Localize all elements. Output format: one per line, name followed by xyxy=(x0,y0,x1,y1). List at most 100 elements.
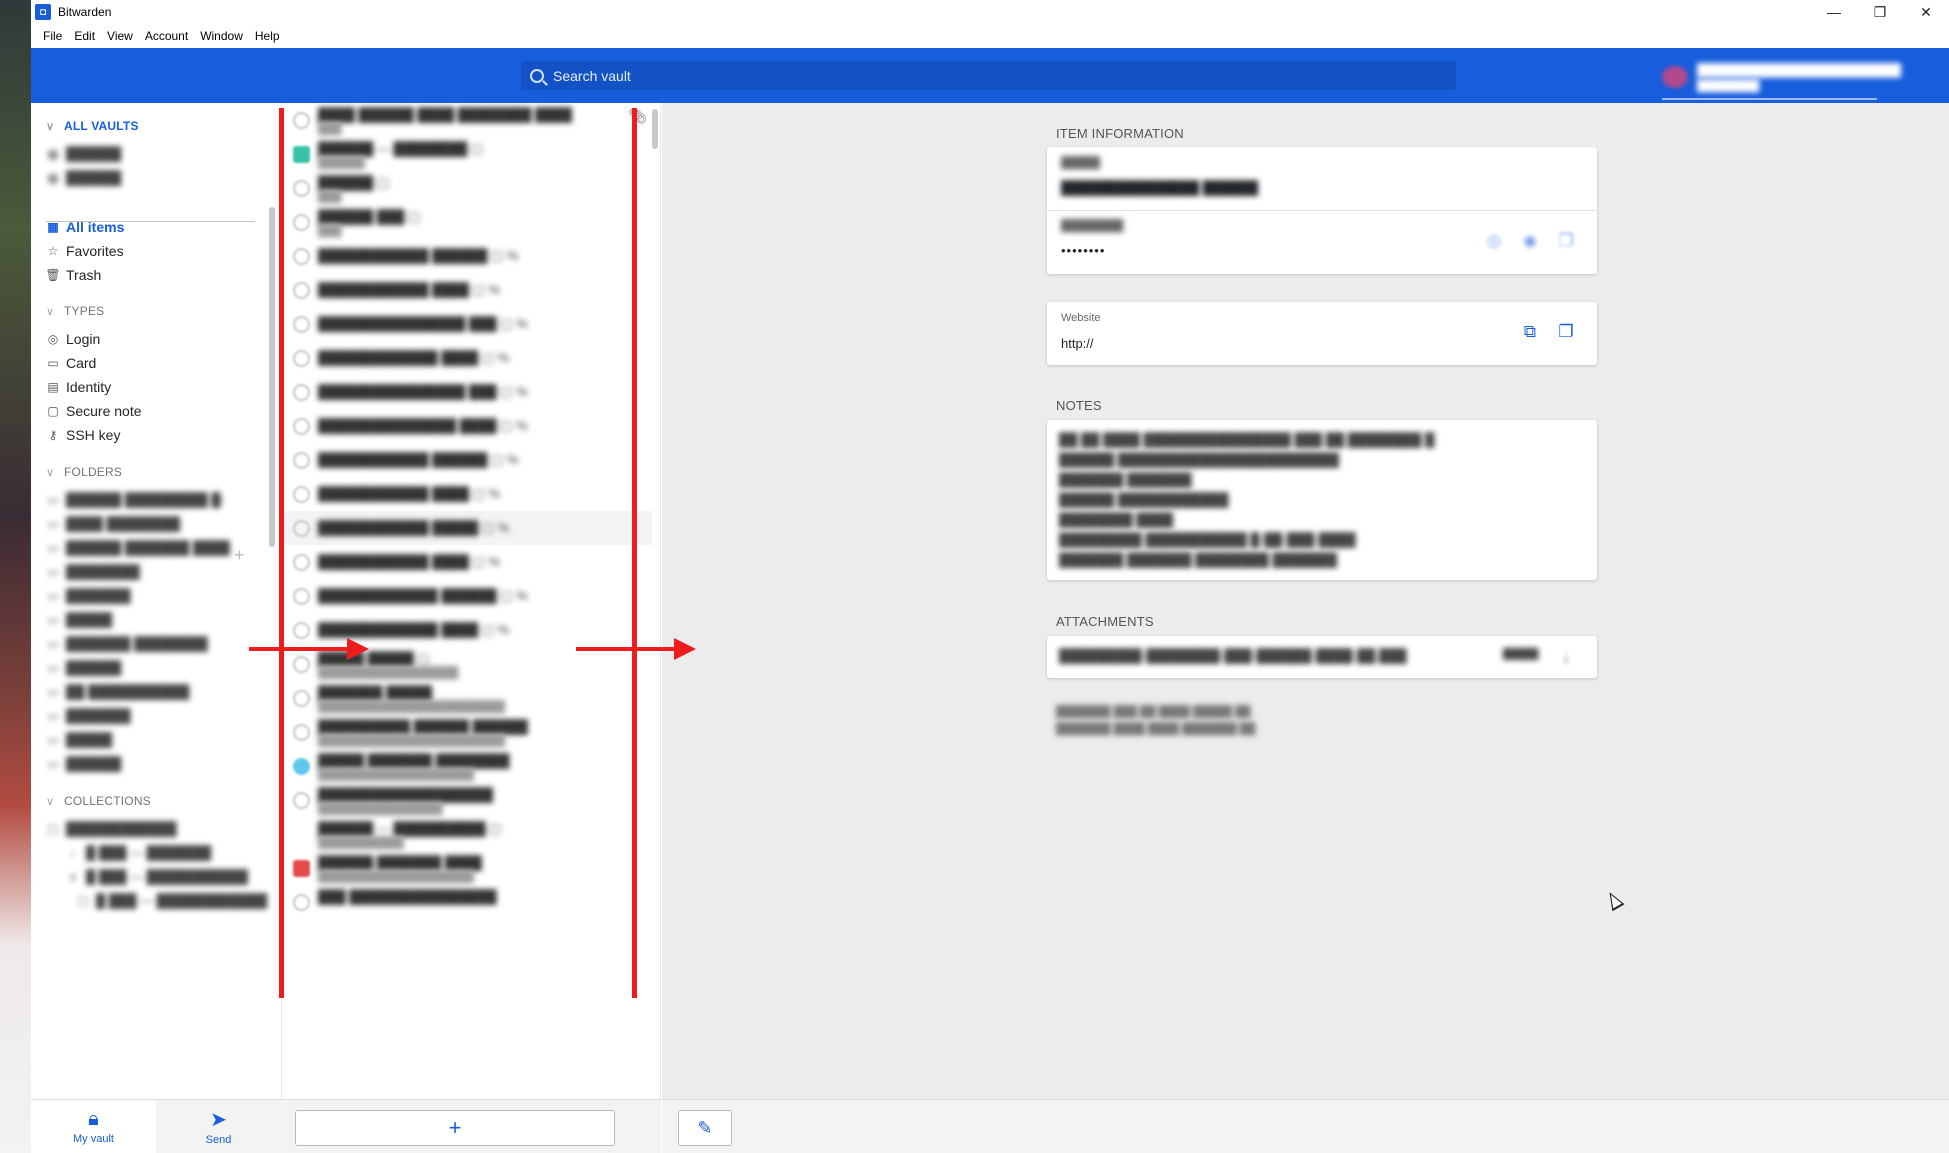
sidebar-item-trash[interactable]: 🗑 Trash xyxy=(45,267,101,283)
nav-send[interactable]: ➤ Send xyxy=(156,1100,281,1153)
vault-item-1[interactable]: ▦ ██████ xyxy=(46,146,121,161)
folder-item[interactable]: ▭ █████ xyxy=(46,732,112,747)
list-item[interactable]: █████ ███████ ████████ ██████████████████… xyxy=(282,749,652,783)
folders-heading[interactable]: ∨ FOLDERS xyxy=(46,465,122,479)
list-item[interactable]: ████████████ ██████ ▢ % xyxy=(282,443,652,477)
globe-icon xyxy=(293,486,310,503)
list-item[interactable]: ███████████████████ ████████████████ xyxy=(282,783,652,817)
list-item[interactable]: ████████████ ████ ▢ % xyxy=(282,273,652,307)
search-input[interactable] xyxy=(553,67,1413,84)
menu-edit[interactable]: Edit xyxy=(68,29,101,43)
search-box[interactable] xyxy=(521,61,1456,90)
sidebar-item-login[interactable]: ◎ Login xyxy=(46,331,101,347)
menu-view[interactable]: View xyxy=(101,29,139,43)
folder-item[interactable]: ▭ ███████ xyxy=(46,588,130,603)
item-title: █████████████ ████ ▢ % xyxy=(318,622,510,637)
download-icon[interactable]: ⤓ xyxy=(1556,647,1576,667)
collection-item[interactable]: › █ ███ — ███████ xyxy=(66,845,211,860)
sidebar-item-ssh-key[interactable]: ⚷ SSH key xyxy=(46,427,121,443)
menu-help[interactable]: Help xyxy=(249,29,286,43)
collection-icon: ▢ xyxy=(77,893,89,908)
copy-icon[interactable]: ❐ xyxy=(1556,231,1576,251)
copy-icon[interactable]: ❐ xyxy=(1556,322,1576,342)
folder-label: ██████ xyxy=(66,660,122,675)
all-vaults-heading[interactable]: ∨ ALL VAULTS xyxy=(46,119,139,133)
list-footer: + xyxy=(281,1099,661,1153)
folder-icon: ▭ xyxy=(47,756,59,771)
globe-icon xyxy=(293,520,310,537)
attachment-name[interactable]: █████████-████████-███-██████-████-██.██… xyxy=(1059,648,1407,663)
list-item[interactable]: ████████████ ██████ ▢ % xyxy=(282,239,652,273)
add-folder-icon[interactable]: + xyxy=(234,545,245,566)
types-heading[interactable]: ∨ TYPES xyxy=(46,304,104,318)
menu-window[interactable]: Window xyxy=(194,29,249,43)
list-item[interactable]: ████ ██████ ████ ████████ ████ ███ 📎︎ xyxy=(282,103,652,137)
collection-item[interactable]: ▢ ████████████ xyxy=(46,821,176,836)
list-item[interactable]: ██████ ███████ ████ ████████████████████ xyxy=(282,851,652,885)
collection-item[interactable]: ∨ █ ███ — ███████████ xyxy=(66,869,248,884)
folder-item[interactable]: ▭ █████ xyxy=(46,612,112,627)
folder-icon: ▭ xyxy=(47,708,59,723)
list-item[interactable]: ██████ — ████████ ▢ ██████ xyxy=(282,137,652,171)
vault-label: ██████ xyxy=(66,170,122,185)
list-item[interactable]: █████████████ ████ ▢ % xyxy=(282,613,652,647)
list-item[interactable]: █████ █████ ▢ ██████████████████ xyxy=(282,647,652,681)
list-item[interactable]: ██████ ███ ▢ ███ xyxy=(282,205,652,239)
list-item[interactable]: ██████ — ██████████ ▢ ███████████ xyxy=(282,817,652,851)
sidebar-item-identity[interactable]: ▤ Identity xyxy=(46,379,111,395)
list-item[interactable]: ███ ████████████████ xyxy=(282,885,652,919)
edit-button[interactable]: ✎ xyxy=(678,1110,732,1146)
folder-label: ██████ xyxy=(66,756,122,771)
list-item[interactable]: ████████████████ ███ ▢ % xyxy=(282,307,652,341)
folder-item[interactable]: ▭ ████████ xyxy=(46,564,139,579)
list-item[interactable]: ████████████ ████ ▢ % xyxy=(282,477,652,511)
folder-item[interactable]: ▭ ████ ████████ xyxy=(46,516,180,531)
folder-item[interactable]: ▭ ██████ ███████ ████ xyxy=(46,540,229,555)
list-item[interactable]: ████████████████ ███ ▢ % xyxy=(282,375,652,409)
account-switcher[interactable]: ████████████████████████ ████████ xyxy=(1662,54,1949,100)
list-item-selected[interactable]: ████████████ █████ ▢ % xyxy=(282,511,652,545)
item-title: ██████ ███ ▢ xyxy=(318,209,421,224)
folder-label: █████ xyxy=(66,732,113,747)
nav-my-vault[interactable]: 🔒︎ My vault xyxy=(31,1100,156,1153)
folder-item[interactable]: ▭ ██ ███████████ xyxy=(46,684,189,699)
collections-heading[interactable]: ∨ COLLECTIONS xyxy=(46,794,151,808)
site-favicon-icon xyxy=(293,860,310,877)
sidebar-scrollbar[interactable] xyxy=(269,207,275,547)
sidebar-item-all-items[interactable]: ▦ All items xyxy=(46,219,124,235)
folder-item[interactable]: ▭ ██████ █████████ █- xyxy=(46,492,225,507)
external-link-icon[interactable]: ⧉ xyxy=(1520,322,1540,342)
password-value: •••••••• xyxy=(1061,243,1106,258)
menu-file[interactable]: File xyxy=(37,29,68,43)
list-item[interactable]: ██████████ ██████ ██████ ████████████████… xyxy=(282,715,652,749)
restore-button[interactable]: ❐ xyxy=(1857,0,1903,24)
menu-account[interactable]: Account xyxy=(139,29,194,43)
folder-item[interactable]: ▭ ██████ xyxy=(46,756,121,771)
sidebar-item-secure-note[interactable]: ▢ Secure note xyxy=(46,403,141,419)
collection-item[interactable]: ▢ █ ███ — ████████████ xyxy=(76,893,267,908)
list-scrollbar[interactable] xyxy=(652,109,658,149)
list-item[interactable]: █████████████ ████ ▢ % xyxy=(282,341,652,375)
folder-item[interactable]: ▭ ███████ ████████ xyxy=(46,636,207,651)
close-button[interactable]: ✕ xyxy=(1903,0,1949,24)
sidebar-item-card[interactable]: ▭ Card xyxy=(46,355,96,371)
folder-item[interactable]: ▭ ███████ xyxy=(46,708,130,723)
minimize-button[interactable]: — xyxy=(1811,0,1857,24)
window-title: Bitwarden xyxy=(58,5,112,19)
list-item[interactable]: ████████████ ████ ▢ % xyxy=(282,545,652,579)
window-controls: — ❐ ✕ xyxy=(1811,0,1949,24)
list-item[interactable]: ███████ █████ ████████████████████████ xyxy=(282,681,652,715)
item-subtitle: ██████ xyxy=(318,157,365,169)
sidebar-item-favorites[interactable]: ☆ Favorites xyxy=(46,243,124,259)
folder-icon: ▭ xyxy=(47,684,59,699)
check-password-icon[interactable]: ◎ xyxy=(1484,231,1504,251)
list-item[interactable]: █████████████ ██████ ▢ % xyxy=(282,579,652,613)
list-item[interactable]: ██████ ▢ ███ xyxy=(282,171,652,205)
folder-icon: ▭ xyxy=(47,492,59,507)
eye-icon[interactable]: ◉ xyxy=(1520,231,1540,251)
add-item-button[interactable]: + xyxy=(295,1110,615,1146)
note-line: ██ ██ ████ ████████████████ ███ ██ █████… xyxy=(1059,432,1435,447)
folder-item[interactable]: ▭ ██████ xyxy=(46,660,121,675)
list-item[interactable]: ███████████████ ████ ▢ % xyxy=(282,409,652,443)
vault-item-2[interactable]: ▦ ██████ xyxy=(46,170,121,185)
